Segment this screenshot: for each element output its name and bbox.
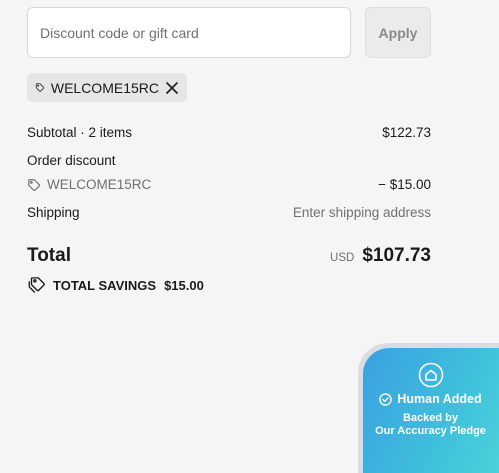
close-icon [166, 81, 178, 94]
discount-code-row: WELCOME15RC − $15.00 [27, 177, 431, 192]
subtotal-label: Subtotal · 2 items [27, 125, 133, 140]
badge-subtitle: Backed by Our Accuracy Pledge [363, 412, 498, 438]
shipping-row: Shipping Enter shipping address [27, 205, 431, 220]
subtotal-value: $122.73 [382, 125, 431, 140]
badge-title: Human Added [397, 392, 482, 406]
savings-value: $15.00 [164, 277, 204, 293]
total-value: $107.73 [362, 245, 431, 266]
apply-button[interactable]: Apply [365, 7, 431, 58]
applied-code-label: WELCOME15RC [50, 79, 159, 96]
discount-value: − $15.00 [378, 177, 431, 192]
discount-code-line: WELCOME15RC [27, 177, 151, 192]
savings-tag-icon [28, 277, 45, 293]
discount-code-input[interactable] [27, 7, 351, 58]
badge-body: Human Added Backed by Our Accuracy Pledg… [363, 348, 499, 473]
applied-code-chip: WELCOME15RC [27, 73, 187, 102]
discount-code-label: WELCOME15RC [47, 177, 152, 192]
accuracy-pledge-badge[interactable]: Human Added Backed by Our Accuracy Pledg… [358, 343, 499, 473]
subtotal-row: Subtotal · 2 items $122.73 [27, 125, 431, 140]
order-discount-row: Order discount [27, 153, 431, 168]
total-label: Total [27, 245, 71, 266]
shipping-label: Shipping [27, 205, 80, 220]
total-savings: TOTAL SAVINGS $15.00 [27, 276, 204, 294]
tag-icon [35, 83, 45, 92]
check-circle-icon [379, 392, 393, 406]
order-discount-label: Order discount [27, 153, 116, 168]
discount-row: Apply [27, 7, 431, 58]
home-icon [418, 362, 443, 388]
badge-line-1: Backed by [402, 412, 459, 424]
tag-icon [28, 178, 41, 191]
currency-code: USD [330, 252, 355, 264]
savings-label: TOTAL SAVINGS [53, 277, 157, 293]
remove-code-button[interactable] [165, 81, 179, 95]
total-amount: USD $107.73 [330, 245, 431, 267]
badge-line-2: Our Accuracy Pledge [375, 425, 486, 437]
badge-title-row: Human Added [363, 392, 498, 406]
shipping-value: Enter shipping address [292, 205, 431, 220]
total-row: Total USD $107.73 [27, 245, 431, 267]
